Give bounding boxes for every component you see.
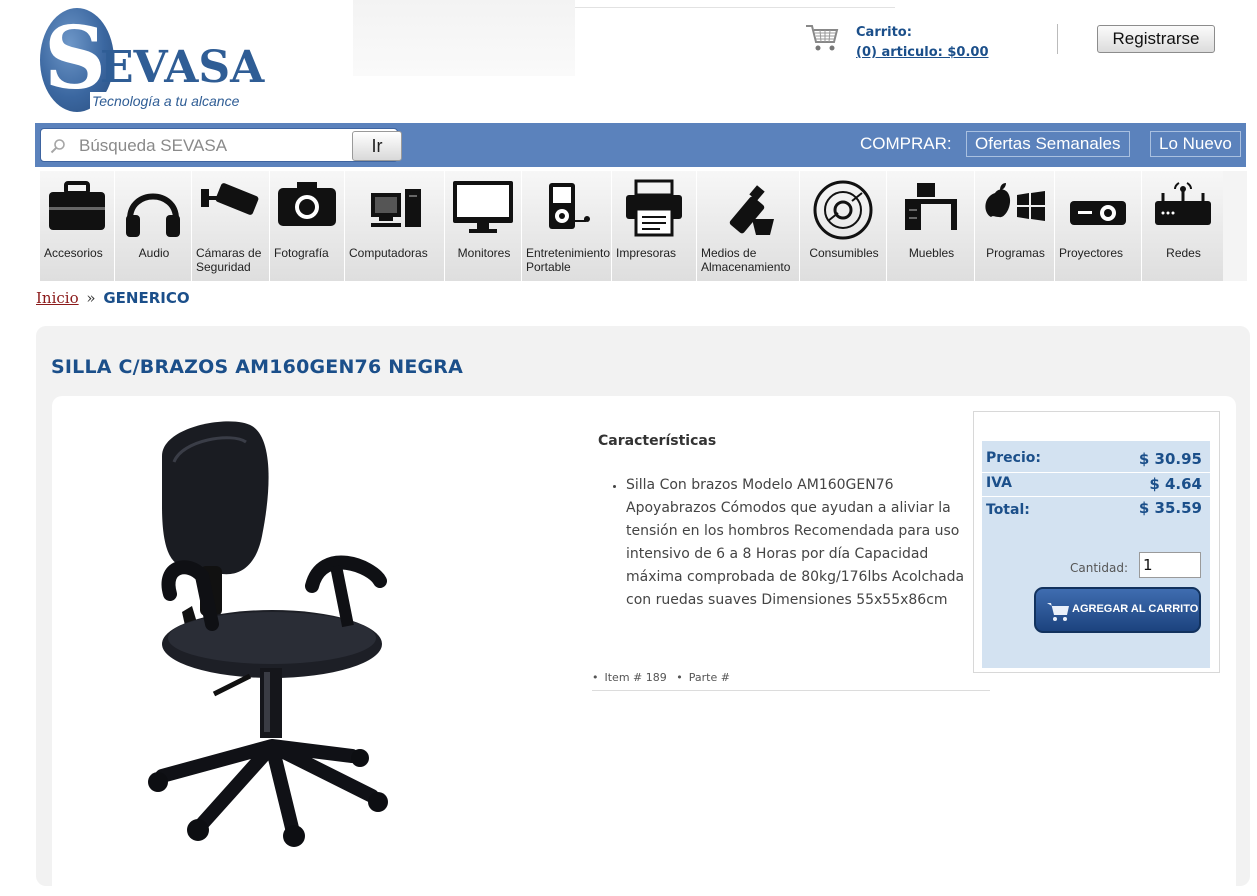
cart-icon <box>1047 603 1069 621</box>
product-image[interactable] <box>122 416 422 856</box>
projector-icon <box>1070 201 1126 225</box>
category-label: Fotografía <box>274 246 329 260</box>
category-impresoras[interactable]: Impresoras <box>612 171 697 281</box>
monitor-icon <box>453 181 513 233</box>
item-meta: • Item # 189 • Parte # <box>592 671 736 684</box>
category-programas[interactable]: Programas <box>975 171 1055 281</box>
camera-icon <box>278 182 336 226</box>
category-label: Consumibles <box>809 246 879 260</box>
category-label: Muebles <box>908 246 955 260</box>
meta-divider <box>592 690 990 691</box>
software-icon <box>984 183 1045 221</box>
category-proyectores[interactable]: Proyectores <box>1055 171 1142 281</box>
price-divider <box>982 472 1210 473</box>
header-rule <box>575 7 895 8</box>
search-bar: Ir COMPRAR: Ofertas Semanales Lo Nuevo <box>35 123 1246 167</box>
category-fotografia[interactable]: Fotografía <box>270 171 345 281</box>
breadcrumb-home-link[interactable]: Inicio <box>36 289 79 307</box>
features-heading: Características <box>598 433 717 449</box>
shopping-cart-icon[interactable] <box>804 22 840 54</box>
price-box: Precio: $ 30.95 IVA $ 4.64 Total: $ 35.5… <box>973 411 1220 673</box>
search-input[interactable] <box>77 131 351 161</box>
features-list: Silla Con brazos Modelo AM160GEN76 Apoya… <box>608 474 966 612</box>
search-box: Ir <box>40 128 402 162</box>
quantity-input[interactable] <box>1139 552 1201 578</box>
category-label: Accesorios <box>44 246 103 260</box>
part-number-bullet: • <box>676 671 683 684</box>
portable-player-icon <box>548 183 590 229</box>
tax-label: IVA <box>986 475 1012 491</box>
category-label: Computadoras <box>349 246 428 260</box>
category-monitores[interactable]: Monitores <box>445 171 522 281</box>
shop-nav-label: COMPRAR: <box>860 134 952 153</box>
category-computadoras[interactable]: Computadoras <box>345 171 445 281</box>
tax-value: $ 4.64 <box>1149 475 1202 493</box>
printer-icon <box>626 179 682 237</box>
breadcrumb-separator: » <box>86 289 96 307</box>
item-number: Item # 189 <box>604 671 667 684</box>
price-divider <box>982 496 1210 497</box>
search-go-button[interactable]: Ir <box>352 131 402 161</box>
price-divider <box>982 440 1210 441</box>
price-panel: Precio: $ 30.95 IVA $ 4.64 Total: $ 35.5… <box>982 440 1210 668</box>
category-bar: Accesorios Audio Cámaras de Seguridad Fo… <box>40 171 1247 281</box>
desk-icon <box>904 183 957 230</box>
category-entretenimiento-portable[interactable]: Entretenimiento Portable <box>522 171 612 281</box>
add-to-cart-button[interactable]: AGREGAR AL CARRITO <box>1034 587 1201 633</box>
part-number: Parte # <box>688 671 730 684</box>
logo-wordmark: EVASA <box>100 42 265 93</box>
price-label: Precio: <box>986 450 1041 466</box>
category-label: Proyectores <box>1059 246 1124 260</box>
header-banner <box>353 0 575 76</box>
category-label: Audio <box>138 246 170 260</box>
weekly-offers-link[interactable]: Ofertas Semanales <box>966 131 1130 157</box>
category-label: Programas <box>986 246 1045 260</box>
breadcrumb: Inicio » GENERICO <box>36 289 190 307</box>
feature-item: Silla Con brazos Modelo AM160GEN76 Apoya… <box>626 474 966 612</box>
total-label: Total: <box>986 502 1030 518</box>
category-label: Cámaras de Seguridad <box>196 246 262 274</box>
category-muebles[interactable]: Muebles <box>887 171 975 281</box>
sevasa-logo[interactable]: S EVASA Tecnología a tu alcance <box>40 6 264 114</box>
disc-icon <box>813 180 873 240</box>
category-medios-almacenamiento[interactable]: Medios de Almacenamiento <box>697 171 800 281</box>
search-icon <box>50 139 65 154</box>
cart-summary-link[interactable]: (0) articulo: $0.00 <box>856 45 989 60</box>
category-redes[interactable]: Redes <box>1142 171 1223 281</box>
category-label: Medios de Almacenamiento <box>701 246 791 274</box>
header-divider <box>1057 24 1058 54</box>
category-label: Monitores <box>457 246 511 260</box>
category-consumibles[interactable]: Consumibles <box>800 171 887 281</box>
category-accesorios[interactable]: Accesorios <box>40 171 115 281</box>
logo-tagline: Tecnología a tu alcance <box>90 92 242 110</box>
category-label: Redes <box>1166 246 1201 260</box>
usb-drive-icon <box>729 185 774 235</box>
register-button[interactable]: Registrarse <box>1097 25 1215 53</box>
add-to-cart-label: AGREGAR AL CARRITO <box>1072 603 1199 615</box>
security-camera-icon <box>200 183 258 215</box>
new-arrivals-link[interactable]: Lo Nuevo <box>1150 131 1241 157</box>
cart-title: Carrito: <box>856 25 912 40</box>
router-icon <box>1154 182 1211 225</box>
product-title: SILLA C/BRAZOS AM160GEN76 NEGRA <box>51 356 464 378</box>
breadcrumb-current: GENERICO <box>103 289 190 307</box>
category-label: Impresoras <box>616 246 677 260</box>
category-label: Entretenimiento Portable <box>526 246 611 274</box>
product-panel: SILLA C/BRAZOS AM160GEN76 NEGRA Caracter… <box>36 326 1250 896</box>
quantity-label: Cantidad: <box>1070 561 1129 575</box>
price-value: $ 30.95 <box>1138 450 1202 468</box>
total-value: $ 35.59 <box>1138 499 1202 517</box>
product-card: Características Silla Con brazos Modelo … <box>52 396 1236 896</box>
briefcase-icon <box>49 181 105 230</box>
headphones-icon <box>126 193 180 237</box>
category-camaras-seguridad[interactable]: Cámaras de Seguridad <box>192 171 270 281</box>
category-audio[interactable]: Audio <box>115 171 192 281</box>
desktop-computer-icon <box>370 189 421 227</box>
item-number-bullet: • <box>592 671 599 684</box>
